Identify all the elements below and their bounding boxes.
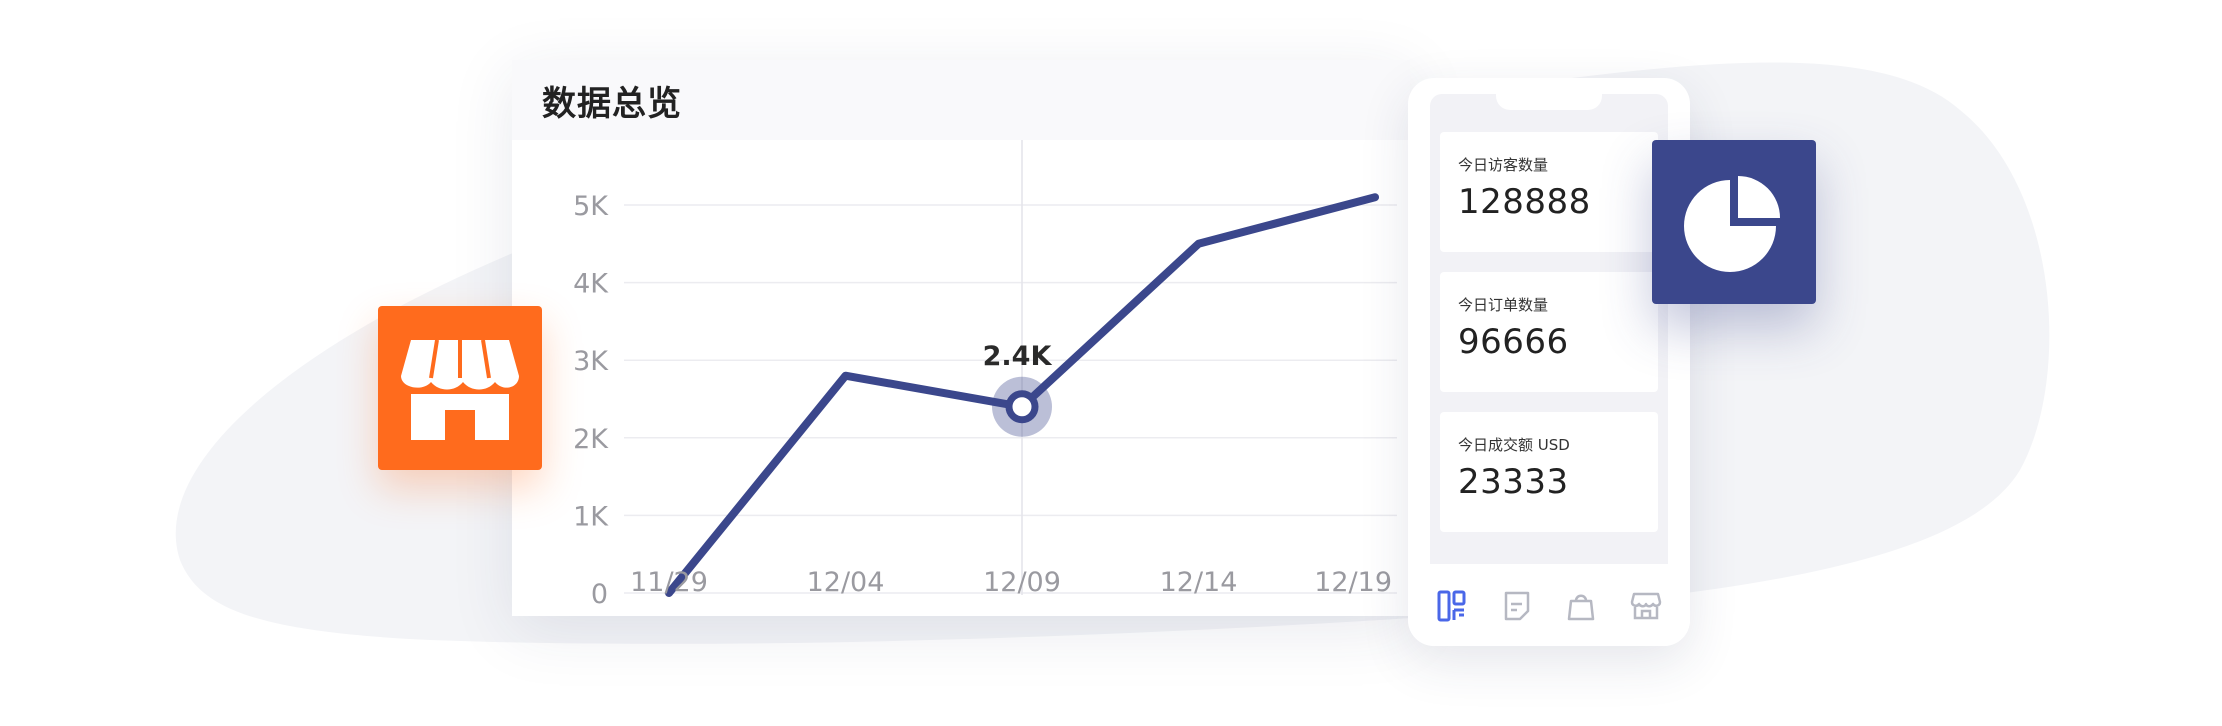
card-header: 数据总览 (512, 60, 1410, 140)
dashboard-icon (1437, 590, 1466, 622)
x-tick-label: 12/14 (1160, 567, 1238, 598)
stat-value: 128888 (1458, 182, 1591, 222)
y-tick-label: 3K (573, 346, 609, 377)
x-tick-label: 12/04 (807, 567, 885, 598)
store-tile (378, 306, 542, 470)
nav-item-orders[interactable] (1495, 584, 1539, 628)
highlight-label: 2.4K (983, 341, 1053, 372)
line-chart: 0 1K 2K 3K 4K 5K 2.4K 11/29 12/04 12/09 12/14 12/19 (573, 140, 1397, 610)
phone-screen: 今日访客数量 128888 今日订单数量 96666 今日成交额 USD 233… (1430, 94, 1668, 564)
hero-illustration: 数据总览 0 1K 2K 3K 4K 5K 2.4K 11/29 12/04 12/09 12/14… (0, 0, 2222, 726)
x-tick-label: 12/09 (983, 567, 1061, 598)
stat-card-orders[interactable]: 今日订单数量 96666 (1440, 272, 1658, 392)
y-tick-label: 2K (573, 424, 609, 455)
pie-chart-tile (1652, 140, 1816, 304)
shopping-bag-icon (1568, 594, 1595, 621)
card-title: 数据总览 (542, 83, 682, 124)
bottom-nav (1408, 566, 1690, 646)
nav-item-dashboard[interactable] (1430, 584, 1474, 628)
phone-notch (1496, 94, 1602, 110)
nav-item-store[interactable] (1624, 584, 1668, 628)
y-tick-label: 4K (573, 269, 609, 300)
y-tick-label: 0 (591, 579, 608, 610)
nav-item-products[interactable] (1559, 584, 1603, 628)
pie-chart-icon (1684, 176, 1780, 272)
stat-value: 96666 (1458, 322, 1569, 362)
stat-label: 今日成交额 USD (1458, 436, 1570, 454)
phone-mockup: 今日访客数量 128888 今日订单数量 96666 今日成交额 USD 233… (1408, 78, 1690, 646)
store-icon (401, 339, 519, 440)
stat-card-visitors[interactable]: 今日访客数量 128888 (1440, 132, 1658, 252)
stat-card-revenue[interactable]: 今日成交额 USD 23333 (1440, 412, 1658, 532)
data-overview-card: 数据总览 0 1K 2K 3K 4K 5K 2.4K 11/29 12/04 12/09 12/14… (512, 60, 1410, 616)
y-tick-label: 5K (573, 191, 609, 222)
x-tick-label: 11/29 (630, 567, 708, 598)
y-tick-label: 1K (573, 501, 609, 532)
document-icon (1504, 591, 1529, 621)
stat-label: 今日访客数量 (1458, 156, 1549, 174)
stat-value: 23333 (1458, 462, 1569, 502)
x-tick-label: 12/19 (1314, 567, 1392, 598)
store-icon (1630, 592, 1661, 620)
stat-label: 今日订单数量 (1458, 296, 1549, 314)
highlight-point (1005, 390, 1039, 424)
